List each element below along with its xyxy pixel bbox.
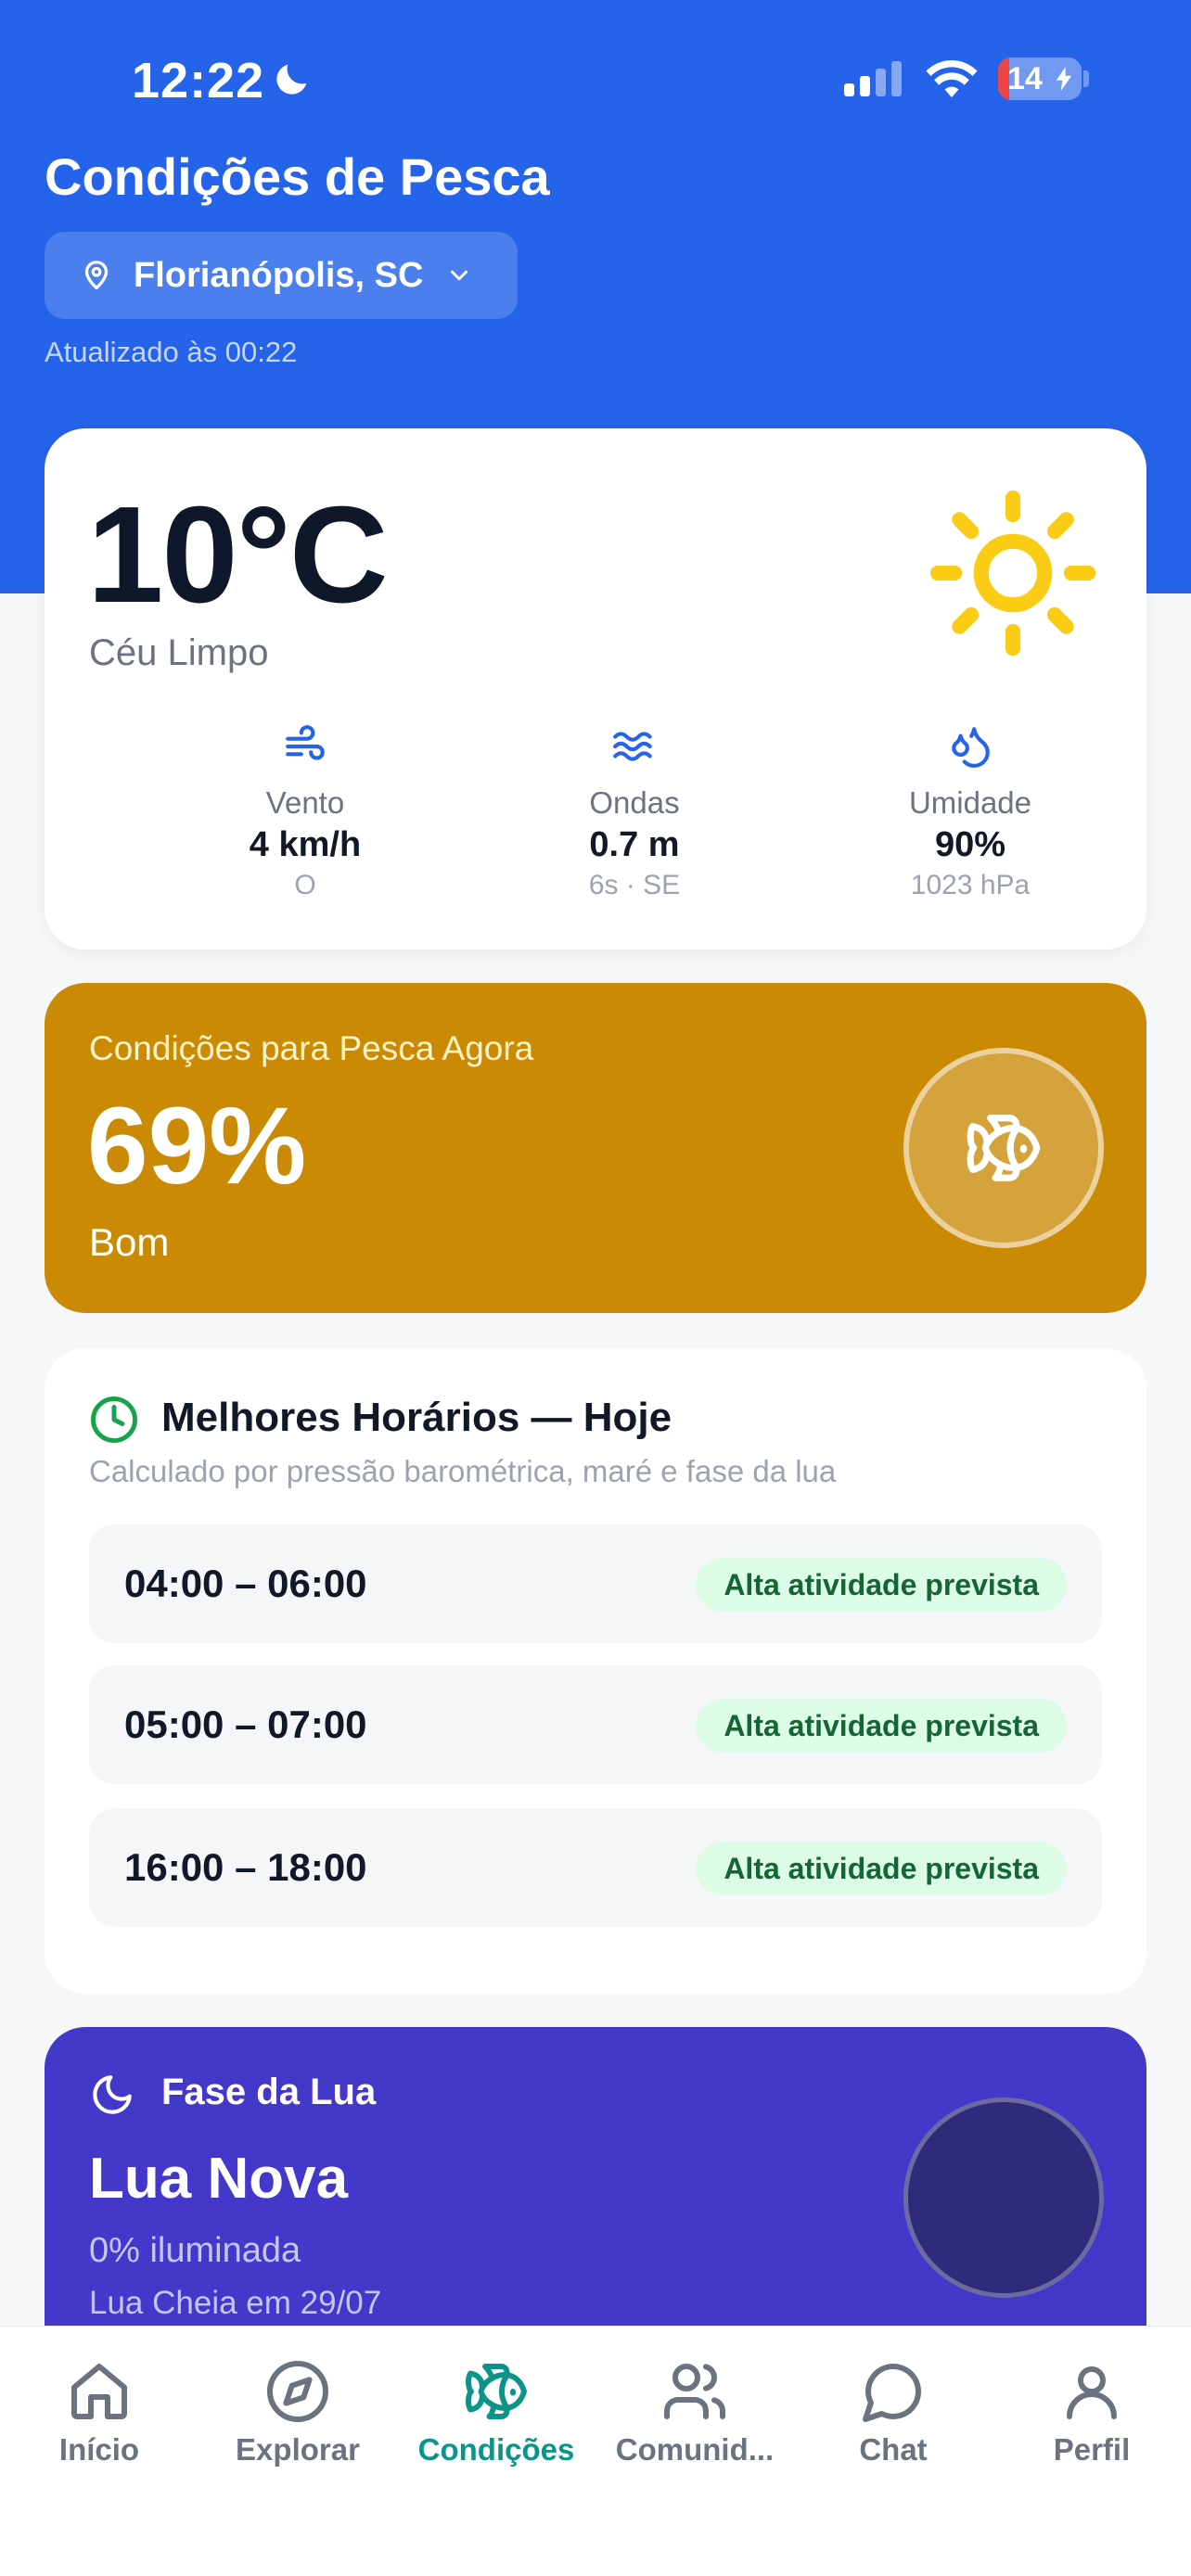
moon-phase-name: Lua Nova <box>89 2147 349 2211</box>
fish-icon <box>466 2363 527 2420</box>
sky-condition: Céu Limpo <box>89 632 269 673</box>
waves-icon <box>613 732 652 761</box>
waves-period: 6s · SE <box>588 870 681 900</box>
activity-badge: Alta atividade prevista <box>696 1842 1067 1895</box>
weather-card: 10°C Céu Limpo Vento 4 km/h O Ondas 0.7 … <box>45 428 1146 950</box>
moon-phase-card: Fase da Lua Lua Nova 0% iluminada Lua Ch… <box>45 2027 1146 2361</box>
fishing-score-badge <box>903 1048 1104 1248</box>
moon-card-title: Fase da Lua <box>161 2072 377 2112</box>
compass-icon <box>267 2361 328 2422</box>
activity-badge: Alta atividade prevista <box>696 1558 1067 1612</box>
moon-illumination: 0% iluminada <box>89 2231 301 2270</box>
wind-metric: Vento 4 km/h O <box>166 723 444 905</box>
status-time: 12:22 <box>132 53 265 108</box>
best-times-description: Calculado por pressão barométrica, maré … <box>89 1454 837 1488</box>
last-updated-text: Atualizado às 00:22 <box>45 336 298 368</box>
pressure-value: 1023 hPa <box>910 870 1031 900</box>
time-slot: 16:00 – 18:00 Alta atividade prevista <box>89 1808 1102 1927</box>
moon-icon <box>93 2075 132 2114</box>
waves-label: Ondas <box>589 785 680 820</box>
users-icon <box>664 2364 725 2419</box>
time-slot-range: 04:00 – 06:00 <box>124 1562 367 1605</box>
tab-label: Perfil <box>1053 2432 1131 2467</box>
chat-bubble-icon <box>863 2363 922 2422</box>
location-label: Florianópolis, SC <box>134 255 424 295</box>
tab-condicoes[interactable]: Condições <box>397 2358 596 2468</box>
do-not-disturb-moon-icon <box>276 64 307 95</box>
humidity-metric: Umidade 90% 1023 hPa <box>831 723 1109 905</box>
tab-inicio[interactable]: Início <box>0 2358 198 2468</box>
clock-icon <box>91 1396 137 1443</box>
cellular-signal-icon <box>844 61 902 96</box>
time-slot-range: 16:00 – 18:00 <box>124 1845 367 1889</box>
fishing-score-card: Condições para Pesca Agora 69% Bom <box>45 983 1146 1313</box>
next-full-moon: Lua Cheia em 29/07 <box>89 2285 382 2321</box>
tab-label: Início <box>58 2432 140 2467</box>
activity-badge: Alta atividade prevista <box>696 1699 1067 1753</box>
tab-label: Chat <box>859 2432 928 2467</box>
waves-value: 0.7 m <box>589 825 680 864</box>
battery-indicator: 14 <box>998 57 1082 100</box>
battery-tip <box>1083 70 1089 87</box>
battery-level: 14 <box>1007 61 1043 96</box>
wind-icon <box>286 725 325 760</box>
humidity-label: Umidade <box>908 785 1032 820</box>
page-title: Condições de Pesca <box>45 147 550 206</box>
best-times-card: Melhores Horários — Hoje Calculado por p… <box>45 1348 1146 1994</box>
fishing-score-rating: Bom <box>89 1220 170 1264</box>
waves-metric: Ondas 0.7 m 6s · SE <box>495 723 774 905</box>
tab-chat[interactable]: Chat <box>794 2358 992 2468</box>
fishing-score-caption: Condições para Pesca Agora <box>89 1029 534 1067</box>
bottom-tab-bar: Início Explorar Condições Comunid... Cha… <box>0 2326 1191 2576</box>
chevron-down-icon <box>451 270 468 281</box>
humidity-value: 90% <box>934 825 1006 864</box>
best-times-title: Melhores Horários — Hoje <box>161 1395 672 1440</box>
wind-value: 4 km/h <box>249 825 362 864</box>
wind-label: Vento <box>265 785 345 820</box>
fish-icon <box>967 1115 1041 1181</box>
tab-explorar[interactable]: Explorar <box>198 2358 397 2468</box>
user-icon <box>1067 2366 1117 2419</box>
home-icon <box>71 2364 127 2419</box>
wifi-icon <box>926 60 978 97</box>
moon-phase-disc <box>903 2098 1104 2298</box>
tab-label: Comunid... <box>615 2432 775 2467</box>
droplets-icon <box>952 727 990 768</box>
fishing-score-percent: 69% <box>87 1085 307 1207</box>
wind-direction: O <box>294 870 316 900</box>
time-slot: 05:00 – 07:00 Alta atividade prevista <box>89 1665 1102 1784</box>
sun-icon <box>929 490 1096 657</box>
map-pin-icon <box>84 261 109 290</box>
charging-bolt-icon <box>1056 67 1072 91</box>
time-slot-range: 05:00 – 07:00 <box>124 1702 367 1746</box>
location-selector[interactable]: Florianópolis, SC <box>45 232 518 319</box>
tab-label: Explorar <box>236 2432 360 2467</box>
status-bar: 12:22 14 <box>0 0 1191 158</box>
tab-label: Condições <box>417 2432 575 2467</box>
tab-perfil[interactable]: Perfil <box>992 2358 1191 2468</box>
tab-comunidade[interactable]: Comunid... <box>596 2358 794 2468</box>
time-slot: 04:00 – 06:00 Alta atividade prevista <box>89 1524 1102 1643</box>
temperature-value: 10°C <box>87 478 389 631</box>
